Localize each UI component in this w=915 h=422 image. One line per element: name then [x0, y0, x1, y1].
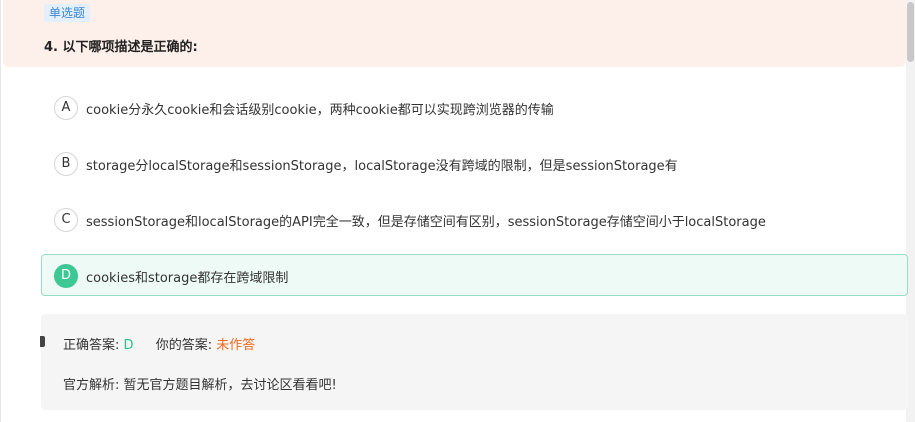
your-answer-value: 未作答 [216, 338, 256, 353]
option-letter: A [54, 96, 78, 120]
correct-answer-value: D [123, 338, 134, 353]
panel-marker [40, 336, 45, 347]
question-title: 4. 以下哪项描述是正确的: [44, 40, 198, 55]
option-text: storage分localStorage和sessionStorage，loca… [86, 159, 678, 174]
analysis-text: 暂无官方题目解析，去讨论区看看吧! [123, 378, 337, 393]
option-text: cookie分永久cookie和会话级别cookie，两种cookie都可以实现… [86, 103, 554, 118]
scrollbar-thumb[interactable] [907, 2, 914, 62]
answer-panel: 正确答案: D 你的答案: 未作答 官方解析: 暂无官方题目解析，去讨论区看看吧… [40, 314, 908, 410]
option-letter: B [54, 152, 78, 176]
option-text: cookies和storage都存在跨域限制 [86, 271, 289, 286]
option-letter: D [54, 264, 78, 288]
question-type-badge: 单选题 [44, 4, 91, 22]
analysis-row: 官方解析: 暂无官方题目解析，去讨论区看看吧! [63, 374, 337, 393]
page-left-border [0, 0, 1, 422]
option-d-correct[interactable]: D cookies和storage都存在跨域限制 [41, 254, 908, 296]
answer-row: 正确答案: D 你的答案: 未作答 [63, 334, 255, 353]
option-letter: C [54, 208, 78, 232]
your-answer-label: 你的答案: [155, 338, 213, 353]
correct-answer-label: 正确答案: [63, 338, 120, 353]
analysis-label: 官方解析: [63, 378, 120, 393]
option-text: sessionStorage和localStorage的API完全一致，但是存储… [86, 215, 766, 230]
question-header: 单选题 4. 以下哪项描述是正确的: [3, 0, 906, 67]
option-c[interactable]: C sessionStorage和localStorage的API完全一致，但是… [41, 198, 908, 240]
option-b[interactable]: B storage分localStorage和sessionStorage，lo… [41, 142, 908, 184]
option-a[interactable]: A cookie分永久cookie和会话级别cookie，两种cookie都可以… [41, 86, 908, 128]
